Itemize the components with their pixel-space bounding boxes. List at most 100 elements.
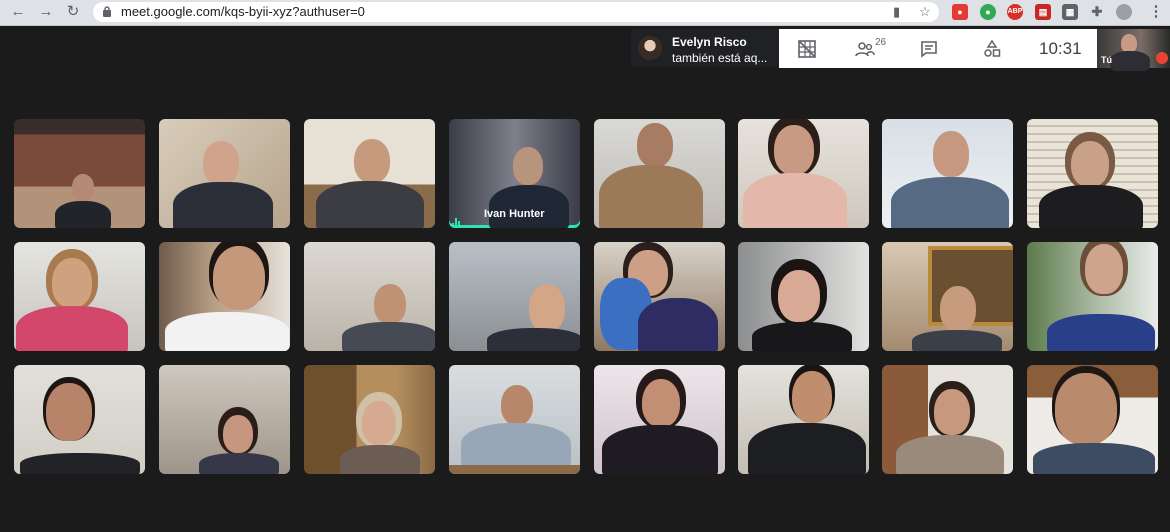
participant-tile[interactable]: [14, 119, 145, 228]
participant-tile[interactable]: [1027, 119, 1158, 228]
activities-icon[interactable]: [982, 39, 1002, 59]
participant-body: [340, 445, 420, 474]
participant-tile[interactable]: [304, 242, 435, 351]
participant-body: [896, 435, 1004, 474]
participant-head: [501, 385, 533, 425]
participant-body: [748, 423, 866, 474]
participant-body: [1039, 185, 1143, 228]
participant-body: [752, 322, 852, 351]
participant-body: [487, 328, 580, 351]
participant-body: [20, 453, 140, 474]
participant-head: [362, 401, 396, 445]
speaking-indicator-icon: [452, 209, 466, 227]
participant-head: [1085, 244, 1123, 294]
participant-head: [72, 174, 94, 201]
participant-tile[interactable]: [594, 365, 725, 474]
extensions-puzzle-icon[interactable]: ✚: [1089, 4, 1105, 20]
participant-head: [213, 246, 265, 310]
participant-body: [55, 201, 111, 228]
participant-tile[interactable]: [738, 119, 869, 228]
participant-head: [637, 123, 673, 167]
pdf-extension-icon[interactable]: ▤: [1035, 4, 1051, 20]
participant-head: [374, 284, 406, 324]
record-extension-icon[interactable]: ●: [952, 4, 968, 20]
participant-tile[interactable]: [882, 119, 1013, 228]
address-bar[interactable]: meet.google.com/kqs-byii-xyz?authuser=0 …: [93, 2, 939, 22]
participant-body: [599, 165, 703, 228]
notification-name: Evelyn Risco: [672, 35, 747, 49]
layout-grid-icon[interactable]: [797, 39, 817, 59]
people-icon[interactable]: [855, 39, 875, 59]
reload-icon[interactable]: ↻: [63, 3, 83, 21]
participant-count: 26: [875, 37, 887, 48]
notification-text: también está aq...: [672, 51, 768, 65]
participant-head: [1071, 141, 1109, 187]
participant-tile[interactable]: [14, 365, 145, 474]
participant-body: [891, 177, 1009, 228]
participant-tile[interactable]: [882, 242, 1013, 351]
participant-head: [1055, 373, 1117, 445]
participant-head: [778, 270, 820, 322]
chat-icon[interactable]: [919, 39, 939, 59]
forward-icon[interactable]: →: [36, 3, 56, 21]
participant-head: [354, 139, 390, 183]
participant-body: [602, 425, 718, 474]
star-icon[interactable]: ☆: [919, 4, 931, 20]
meet-toolbar: 26 10:31: [779, 29, 1097, 68]
participant-body: [316, 181, 424, 228]
participant-body: [638, 298, 718, 351]
profile-avatar[interactable]: [1116, 4, 1132, 20]
participant-tile[interactable]: [304, 119, 435, 228]
grid-extension-icon[interactable]: ▦: [1062, 4, 1078, 20]
participant-tile[interactable]: [738, 365, 869, 474]
participant-head: [934, 389, 970, 435]
self-view[interactable]: Tú: [1097, 29, 1170, 71]
participant-head: [513, 147, 543, 185]
participant-tile[interactable]: [594, 242, 725, 351]
participant-body: [1033, 443, 1155, 474]
participant-tile[interactable]: [882, 365, 1013, 474]
adblock-icon[interactable]: ABP: [1007, 4, 1023, 20]
menu-kebab-icon[interactable]: ⋮: [1146, 3, 1166, 21]
participant-body: [489, 185, 569, 228]
participant-head: [933, 131, 969, 177]
lock-icon: [103, 6, 111, 17]
participant-head: [203, 141, 239, 185]
participant-tile[interactable]: [1027, 242, 1158, 351]
participant-body: [165, 312, 289, 351]
participant-tile[interactable]: [159, 119, 290, 228]
participant-body: [173, 182, 273, 228]
participant-head: [223, 415, 253, 453]
participant-name: Ivan Hunter: [484, 208, 545, 220]
participant-body: [912, 330, 1002, 351]
participant-tile[interactable]: [14, 242, 145, 351]
participant-head: [52, 258, 92, 308]
join-notification: Evelyn Risco también está aq...: [631, 29, 779, 67]
participant-tile-speaking[interactable]: Ivan Hunter: [449, 119, 580, 228]
self-label: Tú: [1101, 55, 1112, 65]
participant-tile[interactable]: [594, 119, 725, 228]
participant-tile[interactable]: [1027, 365, 1158, 474]
participant-tile[interactable]: [304, 365, 435, 474]
participant-tile[interactable]: [449, 242, 580, 351]
participant-tile[interactable]: [159, 242, 290, 351]
desk: [449, 465, 580, 474]
participant-tile[interactable]: [159, 365, 290, 474]
participant-body: [342, 322, 435, 351]
camera-icon[interactable]: ▮: [893, 4, 900, 20]
participant-tile[interactable]: [738, 242, 869, 351]
participant-head: [774, 125, 814, 175]
mic-off-icon: [1156, 52, 1168, 64]
self-body: [1110, 51, 1150, 71]
participant-tile[interactable]: [449, 365, 580, 474]
participant-body: [1047, 314, 1155, 351]
participant-head: [940, 286, 976, 332]
participant-body: [461, 423, 571, 469]
participant-head: [46, 383, 92, 441]
participant-head: [792, 371, 832, 423]
meeting-clock: 10:31: [1039, 39, 1082, 58]
url-text: meet.google.com/kqs-byii-xyz?authuser=0: [121, 4, 365, 19]
avatar: [638, 36, 662, 60]
back-icon[interactable]: ←: [8, 3, 28, 21]
green-extension-icon[interactable]: ●: [980, 4, 996, 20]
